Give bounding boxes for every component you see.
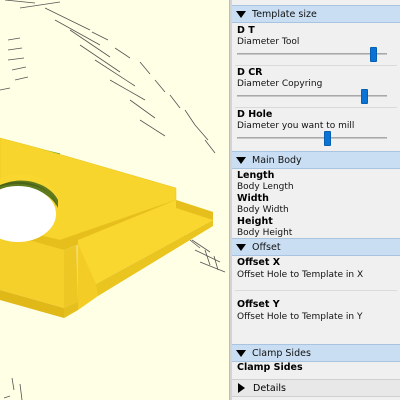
param-name-clamp-sides: Clamp Sides [237,362,303,373]
section-title: Template size [252,8,317,20]
slider-dcr[interactable] [237,89,387,104]
slider-track [237,53,387,55]
slider-dt[interactable] [237,47,387,62]
param-name-dhole: D Hole [237,109,273,120]
expand-triangle-icon [238,383,245,393]
param-name-offset-y: Offset Y [237,299,280,310]
param-name-offset-x: Offset X [237,257,281,268]
3d-viewport[interactable] [0,0,229,400]
param-desc-dcr: Diameter Copyring [237,79,323,89]
collapse-triangle-icon [236,243,246,251]
param-desc-offset-y: Offset Hole to Template in Y [237,312,363,322]
param-desc-dhole: Diameter you want to mill [237,121,355,131]
divider [235,107,397,108]
details-toggle[interactable]: Details [232,379,400,397]
param-desc-width: Body Width [237,205,289,215]
slider-handle[interactable] [361,89,369,104]
section-template-size[interactable]: Template size [232,5,400,23]
section-title: Main Body [252,154,302,166]
param-name-height: Height [237,216,273,227]
divider [235,290,397,291]
param-desc-offset-x: Offset Hole to Template in X [237,270,364,280]
collapse-triangle-icon [236,10,246,18]
param-desc-length: Body Length [237,182,294,192]
param-name-dcr: D CR [237,67,263,78]
collapse-triangle-icon [236,349,246,357]
section-title: Clamp Sides [252,347,311,359]
divider [235,65,397,66]
details-label: Details [253,382,286,394]
param-desc-dt: Diameter Tool [237,37,300,47]
param-desc-height: Body Height [237,228,293,238]
param-name-width: Width [237,193,269,204]
slider-track [237,137,387,139]
section-main-body[interactable]: Main Body [232,151,400,169]
slider-handle[interactable] [369,47,377,62]
section-title: Offset [252,241,281,253]
param-name-length: Length [237,170,275,181]
model-render [0,0,226,400]
param-name-dt: D T [237,25,255,36]
section-offset[interactable]: Offset [232,238,400,256]
section-clamp-sides[interactable]: Clamp Sides [232,344,400,362]
slider-dhole[interactable] [237,131,387,146]
customizer-panel: Template size D T Diameter Tool D CR Dia… [232,0,400,400]
collapse-triangle-icon [236,156,246,164]
slider-handle[interactable] [324,131,332,146]
